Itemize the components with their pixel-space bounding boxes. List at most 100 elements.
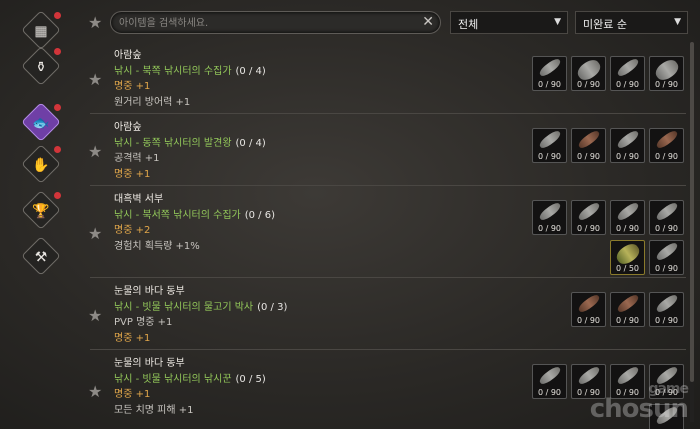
fish-icon: [615, 57, 641, 79]
item-count: 0 / 90: [537, 152, 562, 161]
clear-icon[interactable]: ✕: [422, 14, 434, 31]
fish-item-slot[interactable]: 0 / 90: [571, 292, 606, 327]
item-count: 0 / 90: [654, 152, 679, 161]
item-count: 0 / 90: [576, 316, 601, 325]
grid-icon: ▦: [34, 23, 48, 40]
fish-item-slot[interactable]: 0 / 90: [532, 200, 567, 235]
favorite-star-icon[interactable]: ★: [88, 382, 102, 401]
nav-button-tools[interactable]: ⚒: [21, 236, 61, 276]
quest-title: 낚시 - 빗물 낚시터의 물고기 박사 (0 / 3): [114, 300, 287, 316]
stat-bonus: 명중 +2: [114, 225, 151, 236]
stat-bonus: 경험치 획득량 +1%: [114, 240, 200, 252]
location-label: 눈물의 바다 동부: [114, 286, 185, 297]
quest-name: 낚시 - 북쪽 낚시터의 수집가: [114, 65, 232, 77]
fish-item-slot[interactable]: 0 / 90: [610, 292, 645, 327]
fish-item-slot[interactable]: 0 / 90: [532, 364, 567, 399]
quest-progress: (0 / 5): [235, 373, 266, 385]
fish-item-slot[interactable]: 0 / 90: [649, 200, 684, 235]
quest-title: 낚시 - 북쪽 낚시터의 수집가 (0 / 4): [114, 64, 266, 80]
notification-dot: [54, 12, 61, 19]
fish-item-slot[interactable]: 0 / 90: [571, 200, 606, 235]
fish-item-slot[interactable]: 0 / 90: [610, 56, 645, 91]
search-box[interactable]: ✕: [110, 11, 441, 34]
fish-icon: [576, 129, 602, 151]
quest-progress: (0 / 4): [235, 137, 266, 149]
item-count: 0 / 90: [654, 264, 679, 273]
row-divider: [90, 349, 686, 350]
fish-item-slot[interactable]: 0 / 90: [610, 200, 645, 235]
favorite-star-icon[interactable]: ★: [88, 306, 102, 325]
item-count: 0 / 90: [654, 316, 679, 325]
notification-dot: [54, 48, 61, 55]
fish-item-slot[interactable]: 0 / 90: [571, 56, 606, 91]
quest-title: 낚시 - 빗물 낚시터의 낚시꾼 (0 / 5): [114, 372, 266, 388]
collection-row[interactable]: ★ 아람숲 낚시 - 동쪽 낚시터의 발견왕 (0 / 4) 공격력 +1 명중 +1 0 …: [86, 114, 686, 186]
favorite-star-icon[interactable]: ★: [88, 70, 102, 89]
fish-icon: [615, 201, 641, 223]
fish-item-slot[interactable]: 0 / 90: [610, 128, 645, 163]
fish-icon: [615, 129, 641, 151]
fish-item-slot[interactable]: 0 / 90: [649, 240, 684, 275]
quest-name: 낚시 - 동쪽 낚시터의 발견왕: [114, 137, 232, 149]
fish-item-slot[interactable]: 0 / 90: [532, 56, 567, 91]
stat-bonus: 명중 +1: [114, 168, 151, 180]
category-nav: ▦ ⚱ 🐟 ✋ 🏆 ⚒: [0, 0, 80, 429]
quest-name: 낚시 - 빗물 낚시터의 낚시꾼: [114, 373, 232, 385]
quest-progress: (0 / 6): [244, 209, 275, 221]
item-count: 0 / 90: [615, 224, 640, 233]
row-divider: [90, 113, 686, 114]
fish-icon: [654, 241, 680, 263]
item-count: 0 / 90: [576, 80, 601, 89]
item-count: 0 / 90: [615, 316, 640, 325]
favorite-star-icon[interactable]: ★: [88, 142, 102, 161]
fish-item-slot[interactable]: 0 / 50: [610, 240, 645, 275]
fish-icon: [654, 293, 680, 315]
fish-icon: [537, 129, 563, 151]
scrollbar-thumb[interactable]: [690, 42, 694, 382]
notification-dot: [54, 104, 61, 111]
fish-icon: [576, 201, 602, 223]
location-label: 눈물의 바다 동부: [114, 358, 185, 369]
collection-info: 눈물의 바다 동부 낚시 - 빗물 낚시터의 낚시꾼 (0 / 5) 명중 +1 모든 …: [114, 356, 266, 418]
stat-bonus: 모든 치명 피해 +1: [114, 404, 194, 416]
fish-icon: [654, 201, 680, 223]
sort-dropdown[interactable]: 미완료 순 ▼: [575, 11, 688, 34]
fish-icon: [537, 57, 563, 79]
fish-icon: [537, 201, 563, 223]
fish-item-slot[interactable]: 0 / 90: [649, 56, 684, 91]
collection-row[interactable]: ★ 아람숲 낚시 - 북쪽 낚시터의 수집가 (0 / 4) 명중 +1 원거리 방어력 …: [86, 42, 686, 114]
location-label: 아람숲: [114, 50, 142, 61]
potion-icon: ⚱: [35, 59, 47, 76]
fish-item-slot[interactable]: 0 / 90: [571, 128, 606, 163]
stat-bonus: 공격력 +1: [114, 153, 160, 164]
collection-info: 대흑벽 서부 낚시 - 북서쪽 낚시터의 수집가 (0 / 6) 명중 +2 경험치 획…: [114, 192, 275, 254]
favorites-star-icon[interactable]: ★: [88, 13, 102, 32]
quest-title: 낚시 - 동쪽 낚시터의 발견왕 (0 / 4): [114, 136, 266, 152]
chevron-down-icon: ▼: [674, 17, 681, 27]
item-count: 0 / 50: [615, 264, 640, 273]
fish-item-slot[interactable]: 0 / 90: [649, 128, 684, 163]
fish-item-slot[interactable]: 0 / 90: [649, 292, 684, 327]
quest-name: 낚시 - 빗물 낚시터의 물고기 박사: [114, 301, 254, 313]
item-count: 0 / 90: [654, 80, 679, 89]
location-label: 대흑벽 서부: [114, 194, 164, 205]
item-count: 0 / 90: [537, 80, 562, 89]
tools-icon: ⚒: [34, 249, 48, 266]
fish-icon: [576, 293, 602, 315]
stat-bonus: PVP 명중 +1: [114, 317, 173, 328]
filter-dropdown[interactable]: 전체 ▼: [450, 11, 568, 34]
quest-progress: (0 / 4): [235, 65, 266, 77]
trophy-icon: 🏆: [32, 203, 50, 220]
collection-row[interactable]: ★ 눈물의 바다 동부낚시 - 빗물 낚시터의 물고기 박사 (0 / 3) PVP …: [86, 278, 686, 350]
item-count: 0 / 90: [537, 224, 562, 233]
hand-icon: ✋: [32, 157, 50, 174]
item-count: 0 / 90: [654, 224, 679, 233]
fish-item-slot[interactable]: 0 / 90: [532, 128, 567, 163]
fish-icon: [615, 293, 641, 315]
sort-label: 미완료 순: [583, 18, 627, 31]
item-count: 0 / 90: [576, 224, 601, 233]
stat-bonus: 명중 +1: [114, 81, 151, 92]
favorite-star-icon[interactable]: ★: [88, 224, 102, 243]
collection-row[interactable]: ★ 대흑벽 서부 낚시 - 북서쪽 낚시터의 수집가 (0 / 6) 명중 +2 경험치 …: [86, 186, 686, 278]
search-input[interactable]: [119, 14, 419, 32]
